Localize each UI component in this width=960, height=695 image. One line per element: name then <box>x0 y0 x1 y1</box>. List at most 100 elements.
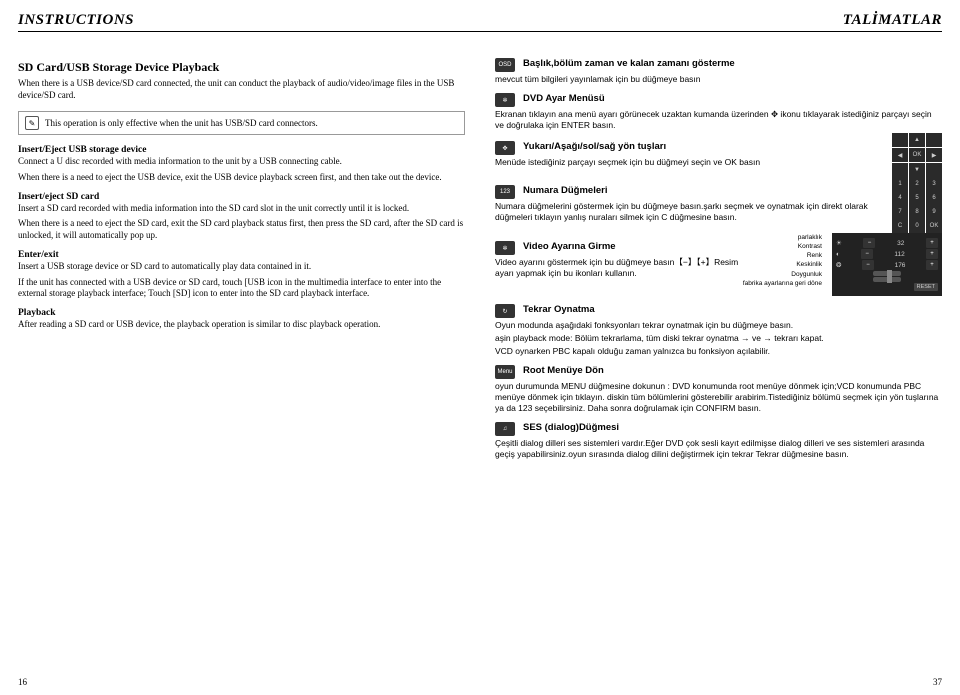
vp-v2: 112 <box>894 251 904 258</box>
vp-reset-label: fabrika ayarlarına geri döne <box>743 279 822 288</box>
key-5: 5 <box>909 191 925 205</box>
numpad-widget: 123 456 789 C0OK <box>892 177 942 233</box>
root-title: Root Menüye Dön <box>523 365 604 376</box>
s3-p1: Insert a USB storage device or SD card t… <box>18 261 465 273</box>
dpad-widget: ▲ ◀ OK ▶ ▼ <box>892 133 942 177</box>
key-7: 7 <box>892 205 908 219</box>
note-text: This operation is only effective when th… <box>45 118 318 128</box>
video-panel: ☀ − 32 + ◐ − 112 + ❂ − 176 + RESET <box>832 233 942 296</box>
dpad-blank <box>892 163 908 177</box>
dvd-title: DVD Ayar Menüsü <box>523 93 605 104</box>
dir-entry: ✥ Yukarı/Aşağı/sol/sağ yön tuşları <box>495 141 884 155</box>
minus-icon: − <box>862 260 874 270</box>
reset-button: RESET <box>914 283 938 291</box>
ses-title: SES (dialog)Düğmesi <box>523 422 619 433</box>
num-entry: 123 Numara Düğmeleri <box>495 185 884 199</box>
vp-color: Renk <box>743 251 822 260</box>
numpad-icon: 123 <box>495 185 515 199</box>
dir-p: Menüde istediğiniz parçayı seçmek için b… <box>495 157 884 168</box>
s3-title: Enter/exit <box>18 250 465 260</box>
video-title: Video Ayarına Girme <box>523 241 616 252</box>
ses-p: Çeşitli dialog dilleri ses sistemleri va… <box>495 438 942 460</box>
ses-entry: ♫ SES (dialog)Düğmesi <box>495 422 942 436</box>
s1-p2: When there is a need to eject the USB de… <box>18 172 465 184</box>
dpad-blank <box>926 133 942 147</box>
video-p: Video ayarını göstermek için bu düğmeye … <box>495 257 743 279</box>
video-entry: ✲ Video Ayarına Girme <box>495 241 743 255</box>
osd-entry: OSD Başlık,bölüm zaman ve kalan zamanı g… <box>495 58 942 72</box>
minus-icon: − <box>863 238 875 248</box>
contrast-icon: ◐ <box>836 251 840 258</box>
rep-p1: Oyun modunda aşağıdaki fonksyonları tekr… <box>495 320 942 331</box>
dpad-left: ◀ <box>892 148 908 162</box>
repeat-title: Tekrar Oynatma <box>523 304 595 315</box>
header-right: TALİMATLAR <box>843 12 942 29</box>
s2-p1: Insert a SD card recorded with media inf… <box>18 203 465 215</box>
page-num-left: 16 <box>18 677 27 687</box>
vp-sharpness: Keskinlik <box>743 260 822 269</box>
dir-row: ✥ Yukarı/Aşağı/sol/sağ yön tuşları Menüd… <box>495 133 942 177</box>
osd-icon: OSD <box>495 58 515 72</box>
audio-icon: ♫ <box>495 422 515 436</box>
dpad-up: ▲ <box>909 133 925 147</box>
slider <box>873 277 901 282</box>
s2-p2: When there is a need to eject the SD car… <box>18 218 465 241</box>
key-4: 4 <box>892 191 908 205</box>
key-8: 8 <box>909 205 925 219</box>
vp-v1: 32 <box>897 240 904 247</box>
key-3: 3 <box>926 177 942 191</box>
vp-contrast: Kontrast <box>743 242 822 251</box>
rep-p2: aşin playback mode: Bölüm tekrarlama, tü… <box>495 333 942 344</box>
color-icon: ❂ <box>836 261 841 269</box>
s3-p2: If the unit has connected with a USB dev… <box>18 277 465 300</box>
key-0: 0 <box>909 219 925 233</box>
key-6: 6 <box>926 191 942 205</box>
note-icon: ✎ <box>25 116 39 130</box>
dir-title: Yukarı/Aşağı/sol/sağ yön tuşları <box>523 141 666 152</box>
s4-p1: After reading a SD card or USB device, t… <box>18 319 465 331</box>
s2-title: Insert/eject SD card <box>18 192 465 202</box>
gear-icon: ✲ <box>495 93 515 107</box>
sun-icon: ☀ <box>836 239 842 247</box>
plus-icon: + <box>926 249 938 259</box>
page-header: INSTRUCTIONS TALİMATLAR <box>18 12 942 32</box>
vp-saturation: Doygunluk <box>743 270 822 279</box>
note-box: ✎ This operation is only effective when … <box>18 111 465 135</box>
dvd-entry: ✲ DVD Ayar Menüsü <box>495 93 942 107</box>
plus-icon: + <box>926 260 938 270</box>
content: SD Card/USB Storage Device Playback When… <box>18 50 942 677</box>
dpad-ok: OK <box>909 148 925 162</box>
vp-v3: 176 <box>895 262 906 269</box>
key-ok: OK <box>926 219 942 233</box>
num-row: 123 Numara Düğmeleri Numara düğmelerini … <box>495 177 942 233</box>
s1-title: Insert/Eject USB storage device <box>18 145 465 155</box>
key-c: C <box>892 219 908 233</box>
num-title: Numara Düğmeleri <box>523 185 607 196</box>
repeat-icon: ↻ <box>495 304 515 318</box>
footer: 16 37 <box>18 677 942 687</box>
header-left: INSTRUCTIONS <box>18 12 134 29</box>
root-entry: Menu Root Menüye Dön <box>495 365 942 379</box>
left-intro: When there is a USB device/SD card conne… <box>18 78 465 101</box>
num-p: Numara düğmelerini göstermek için bu düğ… <box>495 201 884 223</box>
video-row: ✲ Video Ayarına Girme Video ayarını göst… <box>495 233 942 296</box>
repeat-entry: ↻ Tekrar Oynatma <box>495 304 942 318</box>
minus-icon: − <box>861 249 873 259</box>
dpad-icon: ✥ <box>495 141 515 155</box>
root-p: oyun durumunda MENU düğmesine dokunun : … <box>495 381 942 414</box>
s1-p1: Connect a U disc recorded with media inf… <box>18 156 465 168</box>
plus-icon: + <box>926 238 938 248</box>
dvd-p: Ekranan tıklayın ana menü ayarı görünece… <box>495 109 942 131</box>
dpad-blank <box>926 163 942 177</box>
dpad-right: ▶ <box>926 148 942 162</box>
page-num-right: 37 <box>933 677 942 687</box>
osd-p: mevcut tüm bilgileri yayınlamak için bu … <box>495 74 942 85</box>
key-2: 2 <box>909 177 925 191</box>
rep-p3: VCD oynarken PBC kapalı olduğu zaman yal… <box>495 346 942 357</box>
left-title: SD Card/USB Storage Device Playback <box>18 60 465 75</box>
key-1: 1 <box>892 177 908 191</box>
s4-title: Playback <box>18 308 465 318</box>
dpad-down: ▼ <box>909 163 925 177</box>
osd-title: Başlık,bölüm zaman ve kalan zamanı göste… <box>523 58 735 69</box>
menu-icon: Menu <box>495 365 515 379</box>
